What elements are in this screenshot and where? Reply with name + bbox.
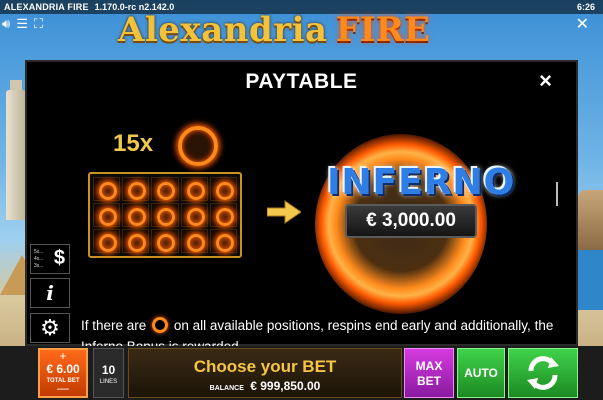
balance-display: BALANCE € 999,850.00 — [129, 379, 401, 393]
sea — [578, 250, 603, 310]
bet-plus-button[interactable]: + — [40, 350, 86, 362]
fire-ring-icon — [157, 182, 176, 200]
paytable-button[interactable]: 5x... 4x... 3x... $ — [30, 244, 70, 274]
dollar-icon: $ — [53, 247, 65, 269]
grid-cell — [122, 229, 150, 253]
logo-text-alexandria: Alexandria — [118, 10, 328, 50]
grid-cell — [209, 177, 237, 201]
fire-ring-icon — [128, 208, 147, 226]
max-bet-label-1: MAX — [415, 359, 443, 373]
spin-button[interactable] — [508, 348, 578, 398]
inferno-title: INFERNO — [327, 162, 516, 203]
fire-ring-icon — [128, 234, 147, 252]
balance-label: BALANCE — [209, 385, 244, 392]
prize-amount: € 3,000.00 — [345, 204, 477, 238]
lines-label: LINES — [99, 379, 118, 385]
speaker-icon[interactable]: 🔊︎ — [2, 16, 10, 32]
game-name: ALEXANDRIA FIRE — [4, 2, 89, 12]
paytable-lines-icon: 5x... 4x... 3x... — [34, 249, 44, 269]
info-button[interactable]: i — [30, 278, 70, 308]
grid-cell — [209, 229, 237, 253]
reel-grid — [88, 172, 242, 258]
clock: 6:26 — [576, 2, 595, 12]
top-controls: 🔊︎ ☰ ⛶ — [2, 16, 43, 32]
bet-minus-button[interactable]: — — [40, 382, 86, 394]
grid-cell — [180, 229, 208, 253]
grid-cell — [93, 177, 121, 201]
scrollbar[interactable] — [556, 182, 558, 206]
status-message: Choose your BET — [193, 357, 337, 376]
info-icon: i — [46, 281, 54, 305]
grid-cell — [151, 229, 179, 253]
desc-text-2: on all available positions, respins end … — [173, 318, 531, 333]
fire-ring-icon — [186, 234, 205, 252]
fire-ring-icon — [99, 182, 117, 200]
arrow-right-icon — [267, 200, 301, 224]
fire-ring-icon — [152, 317, 169, 333]
grid-cell — [209, 203, 237, 227]
fire-ring-icon — [178, 126, 218, 166]
fire-ring-icon — [157, 208, 176, 226]
total-bet-control[interactable]: + € 6.00 TOTAL BET — — [38, 348, 88, 398]
fire-ring-icon — [215, 234, 234, 252]
paytable-panel: PAYTABLE × 15x INFERNO € 3,000.00 If the… — [25, 60, 578, 354]
paytable-title: PAYTABLE — [245, 70, 358, 93]
total-bet-value: € 6.00 — [46, 362, 80, 376]
grid-cell — [122, 203, 150, 227]
grid-cell — [151, 177, 179, 201]
fire-ring-icon — [99, 234, 117, 252]
fire-ring-icon — [157, 234, 176, 252]
grid-cell — [180, 177, 208, 201]
spin-icon — [527, 356, 559, 390]
grid-cell — [151, 203, 179, 227]
lines-display: 10 LINES — [93, 348, 124, 398]
grid-cell — [93, 229, 121, 253]
message-panel: Choose your BET BALANCE € 999,850.00 — [128, 348, 402, 398]
lines-value: 10 — [101, 363, 116, 377]
fire-ring-icon — [128, 182, 147, 200]
lighthouse — [6, 90, 26, 220]
gear-icon: ⚙ — [40, 315, 60, 340]
settings-button[interactable]: ⚙ — [30, 313, 70, 343]
paytable-close-button[interactable]: × — [539, 68, 552, 94]
fire-ring-icon — [215, 182, 234, 200]
symbol-count-label: 15x — [113, 130, 154, 157]
fullscreen-icon[interactable]: ⛶ — [34, 16, 43, 32]
fire-ring-icon — [186, 182, 205, 200]
balance-value: € 999,850.00 — [250, 379, 321, 393]
max-bet-label-2: BET — [417, 374, 441, 388]
game-logo: Alexandria FIRE — [118, 10, 430, 56]
rock — [578, 190, 603, 250]
grid-cell — [93, 203, 121, 227]
fire-ring-icon — [186, 208, 205, 226]
logo-text-fire: FIRE — [335, 10, 430, 50]
fire-ring-icon — [215, 208, 234, 226]
close-icon[interactable]: ✕ — [576, 14, 589, 34]
grid-cell — [122, 177, 150, 201]
desc-text-1: If there are — [81, 318, 147, 333]
menu-icon[interactable]: ☰ — [16, 16, 28, 32]
fire-ring-icon — [99, 208, 117, 226]
grid-cell — [180, 203, 208, 227]
max-bet-button[interactable]: MAX BET — [404, 348, 454, 398]
auto-play-button[interactable]: AUTO — [457, 348, 505, 398]
